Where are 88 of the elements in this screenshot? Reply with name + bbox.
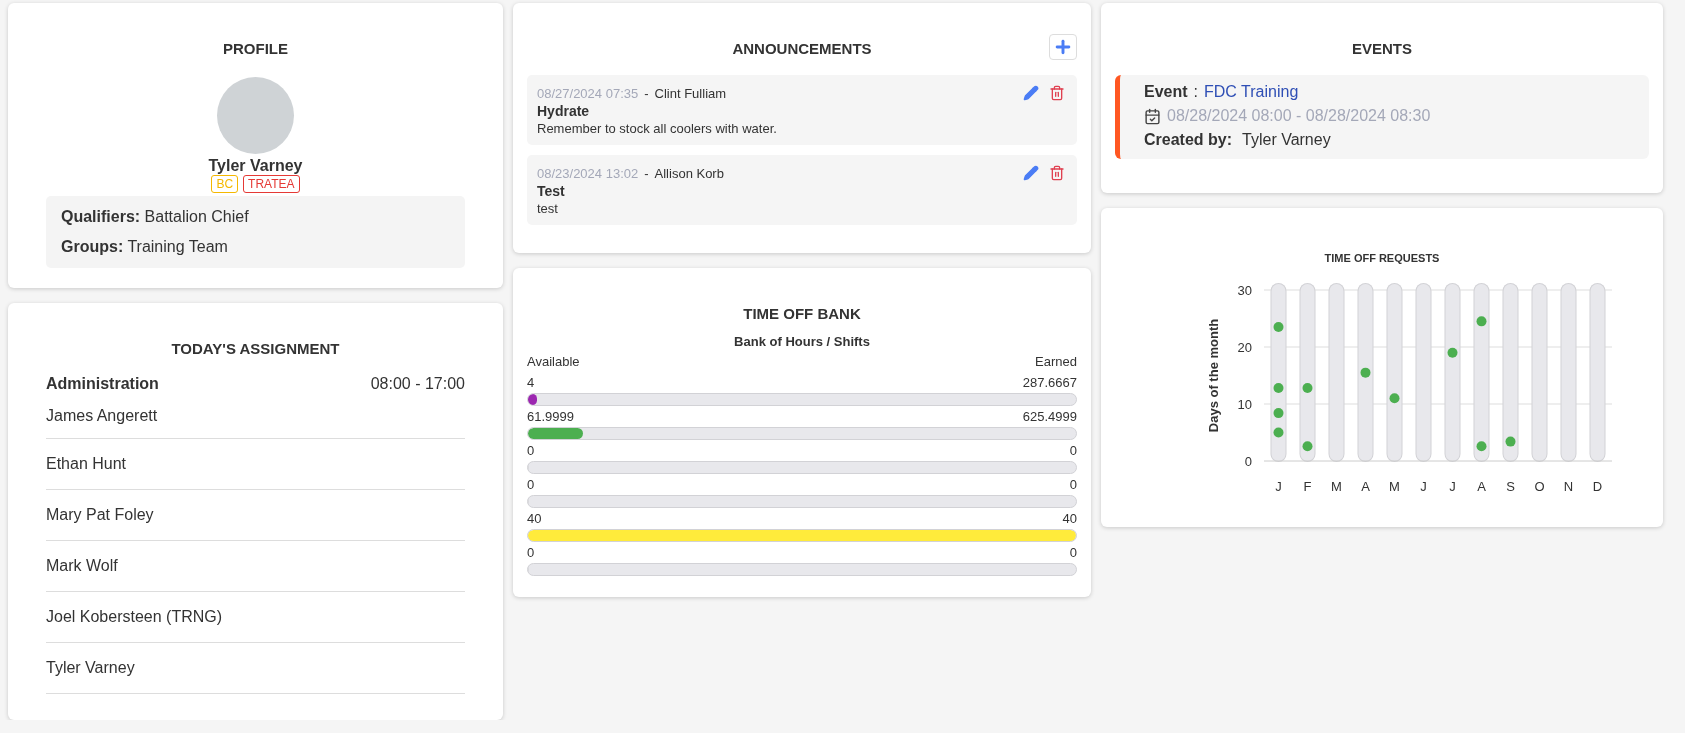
- detail-label: Qualifiers:: [61, 208, 141, 225]
- x-tick-label: S: [1506, 479, 1515, 494]
- data-point: [1302, 383, 1313, 394]
- earned-value: 625.4999: [1022, 408, 1077, 425]
- data-point: [1360, 367, 1371, 378]
- announcement-date: 08/27/2024 07:35: [537, 86, 639, 101]
- announcement-subject: Hydrate: [537, 103, 591, 119]
- announcement-date: 08/23/2024 13:02: [537, 166, 639, 181]
- unit-name: Administration: [46, 375, 159, 393]
- event-time: 08/28/2024 08:00 - 08/28/2024 08:30: [1167, 107, 1431, 125]
- earned-value: 0: [1069, 544, 1077, 561]
- event-label: Event: [1144, 83, 1188, 101]
- person-name: Mary Pat Foley: [46, 506, 154, 524]
- data-point: [1389, 393, 1400, 404]
- data-point: [1476, 316, 1487, 327]
- person-name: Mark Wolf: [46, 557, 118, 575]
- announcement-body: Remember to stock all coolers with water.: [537, 121, 778, 136]
- x-tick-label: F: [1303, 479, 1312, 494]
- user-name: Tyler Varney: [208, 157, 303, 175]
- data-point: [1476, 441, 1487, 452]
- person-name: Ethan Hunt: [46, 455, 127, 473]
- detail-label: Groups:: [61, 238, 124, 255]
- announcement-body: test: [537, 201, 559, 216]
- x-tick-label: A: [1477, 479, 1486, 494]
- data-point: [1273, 383, 1284, 394]
- x-tick-label: J: [1420, 479, 1427, 494]
- card-title: PROFILE: [223, 40, 288, 57]
- edit-icon[interactable]: [1023, 165, 1039, 181]
- x-tick-label: O: [1534, 479, 1545, 494]
- person-name: Joel Kobersteen (TRNG): [46, 608, 223, 626]
- delete-icon[interactable]: [1049, 85, 1065, 101]
- detail-value: Training Team: [127, 238, 228, 255]
- x-tick-label: J: [1275, 479, 1282, 494]
- x-tick-label: J: [1449, 479, 1456, 494]
- y-tick-label: 30: [1237, 283, 1252, 298]
- column-heading: Available: [527, 353, 580, 370]
- data-point: [1505, 436, 1516, 447]
- delete-icon[interactable]: [1049, 165, 1065, 181]
- earned-value: 287.6667: [1022, 374, 1077, 391]
- announcement-author: Clint Fulliam: [654, 86, 727, 101]
- separator: -: [644, 86, 649, 101]
- bank-subtitle: Bank of Hours / Shifts: [734, 334, 870, 349]
- edit-icon[interactable]: [1023, 85, 1039, 101]
- announcement-author: Allison Korb: [654, 166, 724, 181]
- x-tick-label: N: [1563, 479, 1574, 494]
- data-point: [1302, 441, 1313, 452]
- available-value: 0: [527, 476, 535, 493]
- x-tick-label: M: [1389, 479, 1400, 494]
- qualifier-tag: BC: [211, 175, 239, 193]
- detail-value: Battalion Chief: [144, 208, 249, 225]
- qualifier-tag: TRATEA: [243, 175, 300, 193]
- event-creator: Tyler Varney: [1242, 131, 1331, 149]
- x-tick-label: M: [1331, 479, 1342, 494]
- x-tick-label: D: [1592, 479, 1603, 494]
- shift-hours: 08:00 - 17:00: [370, 375, 465, 393]
- available-value: 40: [527, 510, 542, 527]
- separator: -: [644, 166, 649, 181]
- card-title: TIME OFF BANK: [743, 305, 861, 322]
- data-point: [1447, 347, 1458, 358]
- calendar-check-icon: [1144, 107, 1161, 125]
- data-point: [1273, 427, 1284, 438]
- data-point: [1273, 322, 1284, 333]
- announcement-subject: Test: [537, 183, 566, 199]
- available-value: 0: [527, 544, 535, 561]
- plus-icon: [1053, 37, 1073, 57]
- available-value: 0: [527, 442, 535, 459]
- y-tick-label: 20: [1237, 340, 1252, 355]
- available-value: 4: [527, 374, 535, 391]
- y-axis-label: Days of the month: [1206, 318, 1221, 433]
- available-value: 61.9999: [527, 408, 574, 425]
- card-title: TODAY'S ASSIGNMENT: [171, 340, 340, 357]
- column-heading: Earned: [1035, 353, 1077, 370]
- earned-value: 40: [1062, 510, 1077, 527]
- add-button[interactable]: [1049, 34, 1077, 60]
- created-label: Created by:: [1144, 131, 1233, 149]
- card-title: EVENTS: [1352, 40, 1412, 57]
- person-name: Tyler Varney: [46, 659, 135, 677]
- person-name: James Angerett: [46, 406, 158, 425]
- x-tick-label: A: [1361, 479, 1370, 494]
- earned-value: 0: [1069, 476, 1077, 493]
- y-tick-label: 10: [1237, 397, 1252, 412]
- data-point: [1273, 408, 1284, 419]
- card-title: ANNOUNCEMENTS: [732, 40, 872, 57]
- y-tick-label: 0: [1244, 454, 1252, 469]
- chart-title: TIME OFF REQUESTS: [1324, 252, 1440, 264]
- event-link[interactable]: FDC Training: [1204, 83, 1299, 101]
- colon: :: [1193, 83, 1199, 101]
- earned-value: 0: [1069, 442, 1077, 459]
